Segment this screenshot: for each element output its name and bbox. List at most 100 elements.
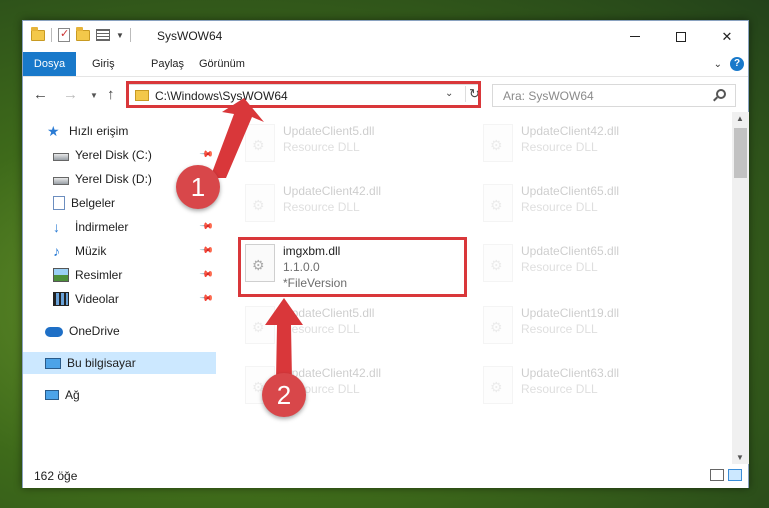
large-icons-view-icon[interactable] bbox=[728, 469, 742, 481]
tab-file[interactable]: Dosya bbox=[23, 52, 76, 76]
pin-icon[interactable]: 📌 bbox=[199, 147, 214, 163]
file-name: UpdateClient65.dll bbox=[521, 184, 620, 198]
dll-file-icon bbox=[245, 306, 275, 344]
documents-icon bbox=[53, 196, 65, 210]
vertical-scrollbar[interactable]: ▲ ▼ bbox=[732, 112, 749, 464]
scroll-down-icon[interactable]: ▼ bbox=[736, 453, 744, 462]
sidebar-item-local-disk-c[interactable]: Yerel Disk (C:) 📌 bbox=[23, 144, 216, 166]
forward-arrow-icon[interactable]: → bbox=[63, 86, 78, 103]
toolbar-divider bbox=[129, 28, 131, 42]
file-highlight-box bbox=[238, 237, 467, 297]
sidebar-item-label: Resimler bbox=[75, 268, 123, 282]
sidebar-item-pictures[interactable]: Resimler 📌 bbox=[23, 264, 216, 286]
ribbon-tabs: Dosya Giriş Paylaş Görünüm ⌄ ? bbox=[23, 52, 748, 76]
sidebar-item-this-pc[interactable]: Bu bilgisayar bbox=[23, 352, 216, 374]
navigation-pane: ★ Hızlı erişim Yerel Disk (C:) 📌 Yerel D… bbox=[23, 112, 216, 464]
drive-icon bbox=[53, 177, 69, 185]
search-input[interactable]: Ara: SysWOW64 bbox=[492, 84, 736, 107]
sidebar-item-downloads[interactable]: ↓ İndirmeler 📌 bbox=[23, 216, 216, 238]
quick-access-toolbar: ▼ bbox=[31, 26, 131, 42]
tab-view[interactable]: Görünüm bbox=[199, 52, 245, 76]
dll-file-icon bbox=[245, 124, 275, 162]
file-name: UpdateClient5.dll bbox=[283, 124, 375, 138]
file-description: Resource DLL bbox=[283, 140, 360, 154]
item-count: 162 öğe bbox=[34, 469, 78, 483]
details-view-icon[interactable] bbox=[710, 469, 724, 481]
expand-ribbon-icon[interactable]: ⌄ bbox=[714, 59, 722, 70]
sidebar-item-label: Hızlı erişim bbox=[69, 124, 129, 138]
file-item[interactable]: UpdateClient65.dll Resource DLL bbox=[477, 178, 707, 232]
file-name: UpdateClient42.dll bbox=[283, 184, 382, 198]
title-bar: ▼ SysWOW64 ✕ bbox=[23, 21, 748, 52]
pin-icon[interactable]: 📌 bbox=[199, 291, 214, 307]
this-pc-icon bbox=[45, 357, 61, 369]
minimize-button[interactable] bbox=[612, 21, 658, 52]
sidebar-item-label: Belgeler bbox=[71, 196, 116, 210]
sidebar-item-label: Bu bilgisayar bbox=[67, 356, 136, 370]
properties-icon[interactable] bbox=[58, 27, 70, 42]
pin-icon[interactable]: 📌 bbox=[199, 243, 214, 259]
customize-view-icon[interactable] bbox=[96, 29, 110, 41]
maximize-button[interactable] bbox=[658, 21, 704, 52]
file-item[interactable]: UpdateClient42.dll Resource DLL bbox=[239, 178, 469, 232]
file-description: Resource DLL bbox=[521, 200, 598, 214]
dll-file-icon bbox=[483, 306, 513, 344]
drive-icon bbox=[53, 153, 69, 161]
sidebar-item-label: Müzik bbox=[75, 244, 107, 258]
file-item[interactable]: UpdateClient63.dll Resource DLL bbox=[477, 360, 707, 414]
scroll-up-icon[interactable]: ▲ bbox=[736, 114, 744, 123]
file-name: UpdateClient19.dll bbox=[521, 306, 620, 320]
file-item[interactable]: UpdateClient5.dll Resource DLL bbox=[239, 118, 469, 172]
dll-file-icon bbox=[483, 124, 513, 162]
toolbar-divider bbox=[51, 28, 52, 42]
sidebar-item-videos[interactable]: Videolar 📌 bbox=[23, 288, 216, 310]
file-item[interactable]: UpdateClient5.dll Resource DLL bbox=[239, 300, 469, 354]
dll-file-icon bbox=[245, 184, 275, 222]
scroll-thumb[interactable] bbox=[734, 128, 747, 178]
file-name: UpdateClient42.dll bbox=[521, 124, 620, 138]
tab-share[interactable]: Paylaş bbox=[151, 52, 184, 76]
quick-access-star-icon: ★ bbox=[47, 123, 60, 139]
recent-locations-chevron-icon[interactable]: ▼ bbox=[90, 91, 98, 100]
step-2-badge: 2 bbox=[262, 373, 306, 417]
view-toggle bbox=[710, 469, 742, 481]
file-item[interactable]: UpdateClient42.dll Resource DLL bbox=[477, 118, 707, 172]
sidebar-item-onedrive[interactable]: OneDrive bbox=[23, 320, 216, 342]
back-arrow-icon[interactable]: ← bbox=[33, 86, 48, 103]
address-highlight-box bbox=[126, 81, 481, 108]
chevron-down-icon[interactable]: ▼ bbox=[116, 31, 124, 40]
file-description: Resource DLL bbox=[283, 322, 360, 336]
dll-file-icon bbox=[483, 244, 513, 282]
new-folder-icon[interactable] bbox=[76, 26, 90, 41]
music-icon: ♪ bbox=[53, 243, 60, 259]
close-button[interactable]: ✕ bbox=[704, 21, 750, 52]
search-icon[interactable] bbox=[716, 89, 726, 99]
window-title: SysWOW64 bbox=[157, 29, 223, 43]
folder-icon bbox=[31, 26, 45, 41]
file-name: UpdateClient63.dll bbox=[521, 366, 620, 380]
file-item[interactable]: UpdateClient19.dll Resource DLL bbox=[477, 300, 707, 354]
sidebar-item-music[interactable]: ♪ Müzik 📌 bbox=[23, 240, 216, 262]
step-1-badge: 1 bbox=[176, 165, 220, 209]
sidebar-item-quick-access[interactable]: ★ Hızlı erişim bbox=[23, 120, 216, 142]
minimize-icon bbox=[630, 36, 640, 37]
sidebar-item-label: Yerel Disk (C:) bbox=[75, 148, 152, 162]
up-arrow-icon[interactable]: ↑ bbox=[107, 86, 115, 103]
tab-home[interactable]: Giriş bbox=[92, 52, 115, 76]
sidebar-item-label: Videolar bbox=[75, 292, 119, 306]
pin-icon[interactable]: 📌 bbox=[199, 267, 214, 283]
help-icon[interactable]: ? bbox=[730, 57, 744, 71]
pin-icon[interactable]: 📌 bbox=[199, 219, 214, 235]
onedrive-cloud-icon bbox=[45, 327, 63, 337]
sidebar-item-label: İndirmeler bbox=[75, 220, 129, 234]
dll-file-icon bbox=[483, 184, 513, 222]
search-placeholder: Ara: SysWOW64 bbox=[503, 89, 594, 103]
sidebar-item-label: Yerel Disk (D:) bbox=[75, 172, 152, 186]
network-icon bbox=[45, 390, 59, 400]
file-item[interactable]: UpdateClient65.dll Resource DLL bbox=[477, 238, 707, 292]
file-description: Resource DLL bbox=[521, 382, 598, 396]
file-description: Resource DLL bbox=[521, 140, 598, 154]
file-description: Resource DLL bbox=[521, 260, 598, 274]
file-description: Resource DLL bbox=[521, 322, 598, 336]
sidebar-item-network[interactable]: Ağ bbox=[23, 384, 216, 406]
